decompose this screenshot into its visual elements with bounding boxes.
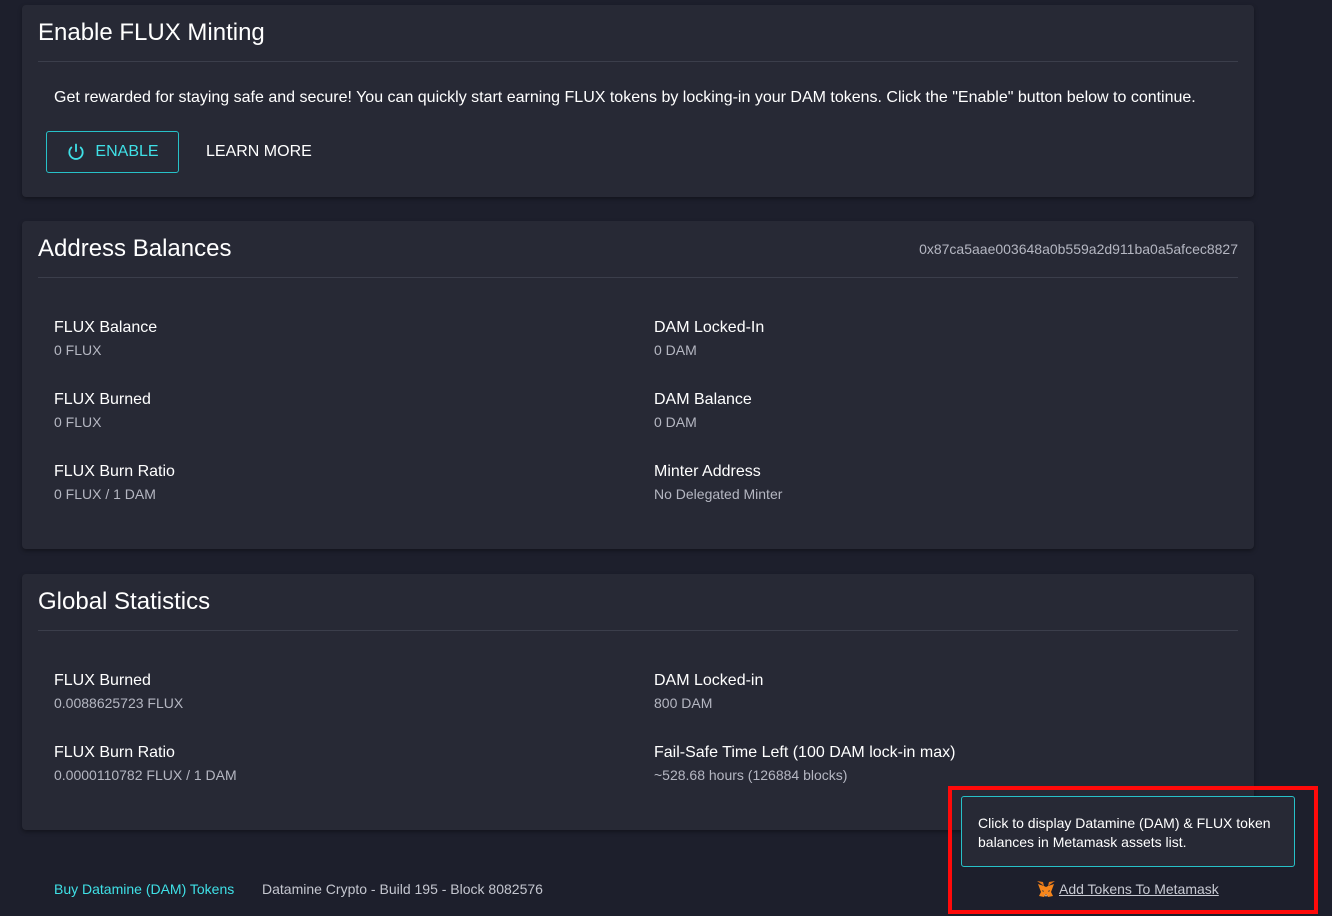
card-header: Address Balances 0x87ca5aae003648a0b559a… (38, 221, 1238, 278)
card-header: Enable FLUX Minting (38, 5, 1238, 62)
stat-global-flux-burn-ratio: FLUX Burn Ratio 0.0000110782 FLUX / 1 DA… (54, 743, 614, 784)
stat-global-flux-burned: FLUX Burned 0.0088625723 FLUX (54, 671, 614, 712)
stat-label: FLUX Burned (54, 391, 151, 408)
stat-value: No Delegated Minter (654, 486, 783, 502)
enable-button-label: ENABLE (95, 143, 159, 160)
stat-value: 0 FLUX (54, 414, 102, 430)
stat-value: 0 FLUX / 1 DAM (54, 486, 156, 502)
card-header: Global Statistics (38, 574, 1238, 631)
stat-dam-locked-in: DAM Locked-In 0 DAM (654, 318, 1214, 359)
stat-label: Minter Address (654, 463, 761, 480)
enable-card-title: Enable FLUX Minting (38, 19, 265, 46)
stat-minter-address: Minter Address No Delegated Minter (654, 462, 1214, 503)
stat-flux-balance: FLUX Balance 0 FLUX (54, 318, 614, 359)
enable-minting-card: Enable FLUX Minting Get rewarded for sta… (22, 5, 1254, 197)
enable-button[interactable]: ENABLE (46, 131, 179, 173)
stat-value: 0 FLUX (54, 342, 102, 358)
add-tokens-to-metamask-link[interactable]: Add Tokens To Metamask (1036, 880, 1219, 898)
stat-value: 0 DAM (654, 342, 697, 358)
stat-dam-balance: DAM Balance 0 DAM (654, 390, 1214, 431)
stat-label: DAM Locked-in (654, 672, 764, 689)
stat-label: DAM Balance (654, 391, 752, 408)
power-icon (68, 143, 84, 160)
stat-label: FLUX Burn Ratio (54, 463, 175, 480)
stat-value: 0 DAM (654, 414, 697, 430)
address-balances-card: Address Balances 0x87ca5aae003648a0b559a… (22, 221, 1254, 549)
stat-global-dam-locked-in: DAM Locked-in 800 DAM (654, 671, 1214, 712)
stat-label: FLUX Balance (54, 319, 158, 336)
global-card-title: Global Statistics (38, 588, 211, 615)
stat-flux-burn-ratio: FLUX Burn Ratio 0 FLUX / 1 DAM (54, 462, 614, 503)
stat-value: ~528.68 hours (126884 blocks) (654, 767, 848, 783)
stat-value: 0.0088625723 FLUX (54, 695, 184, 711)
build-info-text: Datamine Crypto - Build 195 - Block 8082… (262, 881, 543, 897)
metamask-fox-icon (1037, 881, 1055, 897)
stat-label: Fail-Safe Time Left (100 DAM lock-in max… (654, 744, 956, 761)
metamask-tooltip: Click to display Datamine (DAM) & FLUX t… (961, 796, 1295, 867)
stat-value: 800 DAM (654, 695, 713, 711)
stat-label: DAM Locked-In (654, 319, 765, 336)
stat-value: 0.0000110782 FLUX / 1 DAM (54, 767, 237, 783)
stat-label: FLUX Burned (54, 672, 151, 689)
page: Enable FLUX Minting Get rewarded for sta… (0, 0, 1332, 916)
buy-dam-tokens-link[interactable]: Buy Datamine (DAM) Tokens (54, 881, 234, 897)
stat-flux-burned: FLUX Burned 0 FLUX (54, 390, 614, 431)
wallet-address: 0x87ca5aae003648a0b559a2d911ba0a5afcec88… (919, 241, 1238, 257)
stat-label: FLUX Burn Ratio (54, 744, 175, 761)
learn-more-button[interactable]: LEARN MORE (206, 131, 312, 173)
balances-card-title: Address Balances (38, 235, 232, 262)
add-tokens-label: Add Tokens To Metamask (1059, 881, 1219, 897)
enable-intro-text: Get rewarded for staying safe and secure… (54, 89, 1196, 106)
stat-fail-safe-time-left: Fail-Safe Time Left (100 DAM lock-in max… (654, 743, 1214, 784)
